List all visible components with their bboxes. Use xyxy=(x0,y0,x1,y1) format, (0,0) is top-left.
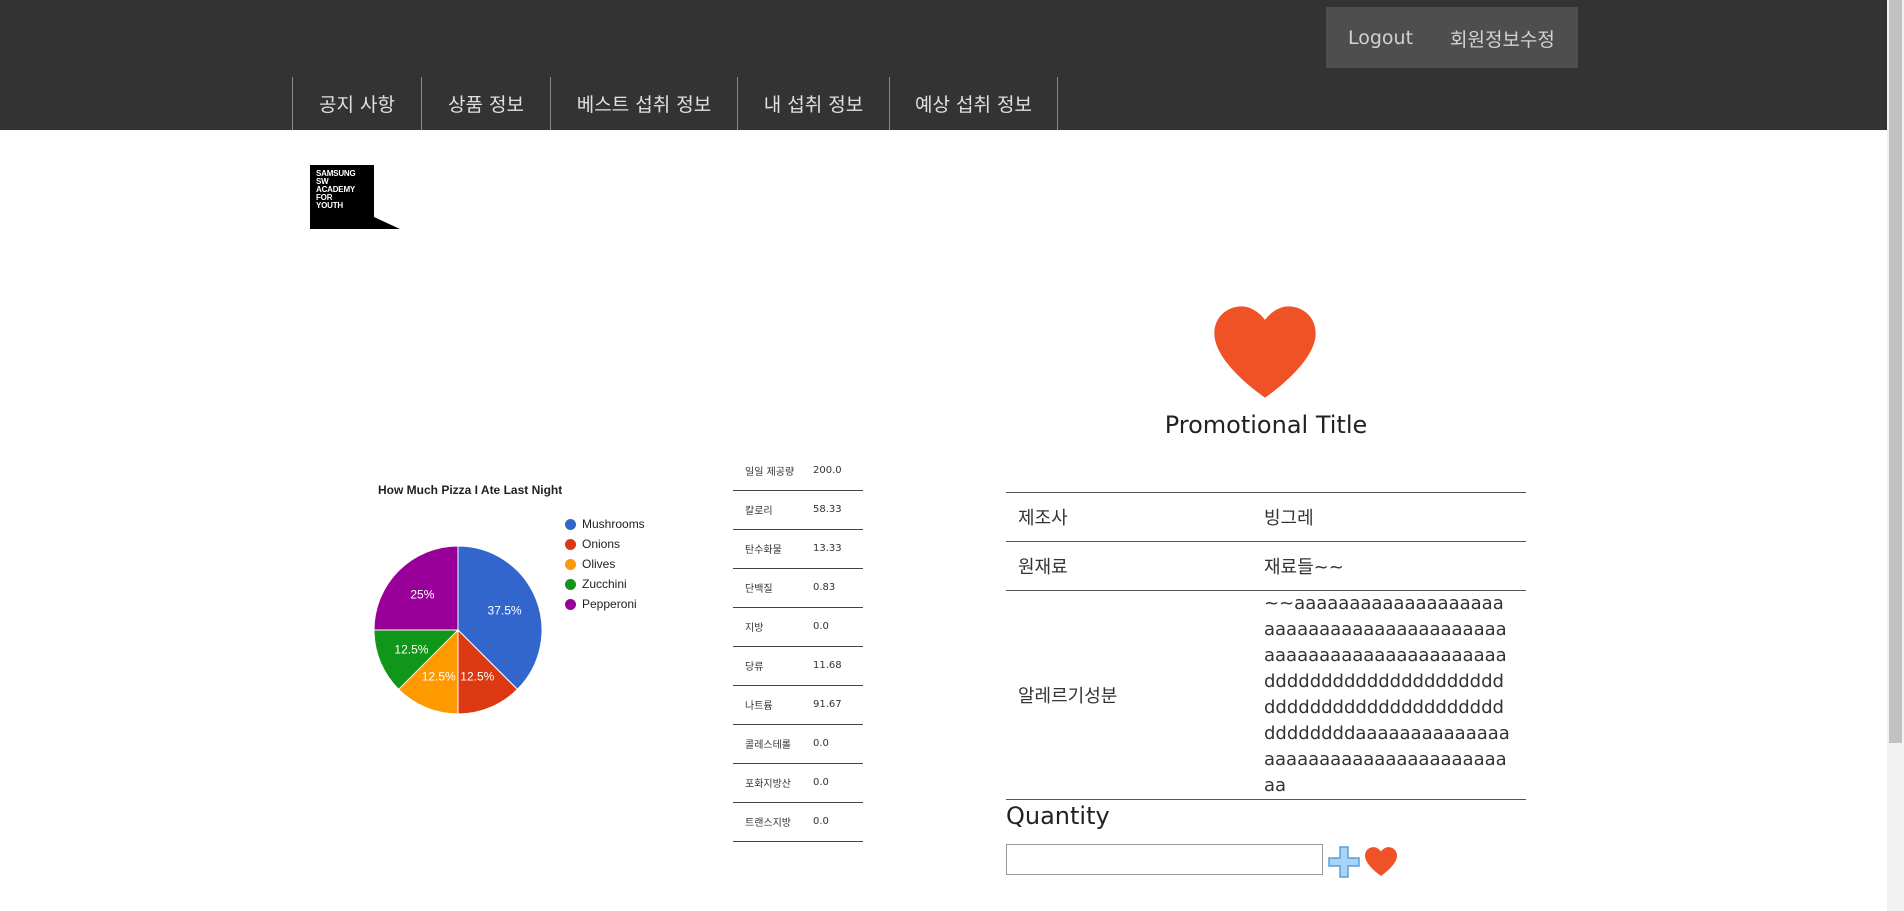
nutrition-row: 지방 0.0 xyxy=(733,607,863,647)
nutrition-value: 200.0 xyxy=(813,451,863,491)
legend-dot xyxy=(565,538,576,550)
nutrition-value: 13.33 xyxy=(813,529,863,569)
top-header: Logout 회원정보수정 공지 사항 상품 정보 베스트 섭취 정보 내 섭취… xyxy=(0,0,1887,130)
nutrition-label: 트랜스지방 xyxy=(733,802,813,842)
nutrition-value: 91.67 xyxy=(813,685,863,725)
info-key-ingredients: 원재료 xyxy=(1006,541,1264,591)
nutrition-value: 58.33 xyxy=(813,490,863,530)
nutrition-row: 당류 11.68 xyxy=(733,646,863,686)
nutrition-row: 포화지방산 0.0 xyxy=(733,763,863,803)
page-scrollbar[interactable] xyxy=(1887,0,1904,911)
nutrition-value: 11.68 xyxy=(813,646,863,686)
legend-dot xyxy=(565,578,576,590)
nutrition-label: 탄수화물 xyxy=(733,529,813,569)
legend-dot xyxy=(565,518,576,530)
product-info-table: 제조사 빙그레 원재료 재료들~~ 알레르기성분 ~~aaaaaaaaaaaaa… xyxy=(1006,492,1526,800)
quantity-label: Quantity xyxy=(1006,802,1110,830)
info-row-ingredients: 원재료 재료들~~ xyxy=(1006,541,1526,591)
nav-item-my-intake[interactable]: 내 섭취 정보 xyxy=(738,77,890,130)
nutrition-label: 콜레스테롤 xyxy=(733,724,813,764)
nutrition-row: 칼로리 58.33 xyxy=(733,490,863,530)
nutrition-label: 당류 xyxy=(733,646,813,686)
legend-label: Mushrooms xyxy=(582,517,645,531)
info-value-ingredients: 재료들~~ xyxy=(1264,541,1526,591)
promotional-title: Promotional Title xyxy=(1164,411,1368,439)
nutrition-value: 0.0 xyxy=(813,607,863,647)
nav-item-notice[interactable]: 공지 사항 xyxy=(293,77,422,130)
legend-item-mushrooms[interactable]: Mushrooms xyxy=(565,514,645,534)
nav-item-expected-intake[interactable]: 예상 섭취 정보 xyxy=(890,77,1058,130)
nutrition-row: 콜레스테롤 0.0 xyxy=(733,724,863,764)
legend-item-onions[interactable]: Onions xyxy=(565,534,645,554)
heart-icon[interactable] xyxy=(1363,846,1399,877)
nutrition-label: 일일 제공량 xyxy=(733,451,813,491)
legend-label: Zucchini xyxy=(582,577,627,591)
nutrition-label: 나트륨 xyxy=(733,685,813,725)
info-value-manufacturer: 빙그레 xyxy=(1264,492,1526,542)
heart-icon xyxy=(1214,306,1316,398)
account-menu: Logout 회원정보수정 xyxy=(1326,7,1578,68)
nutrition-row: 나트륨 91.67 xyxy=(733,685,863,725)
legend-dot xyxy=(565,598,576,610)
main-nav: 공지 사항 상품 정보 베스트 섭취 정보 내 섭취 정보 예상 섭취 정보 xyxy=(292,77,1058,130)
edit-profile-button[interactable]: 회원정보수정 xyxy=(1450,25,1555,52)
nutrition-value: 0.83 xyxy=(813,568,863,608)
legend-label: Onions xyxy=(582,537,621,551)
nav-item-best-intake[interactable]: 베스트 섭취 정보 xyxy=(551,77,738,130)
legend-item-olives[interactable]: Olives xyxy=(565,554,645,574)
pie-slice-label: 37.5% xyxy=(488,604,522,618)
legend-item-zucchini[interactable]: Zucchini xyxy=(565,574,645,594)
legend-item-pepperoni[interactable]: Pepperoni xyxy=(565,594,645,614)
pie-slice-label: 12.5% xyxy=(422,670,456,684)
quantity-input[interactable] xyxy=(1006,844,1323,875)
samsung-sw-academy-logo[interactable]: SAMSUNG SW ACADEMY FOR YOUTH xyxy=(310,165,400,229)
nutrition-row: 트랜스지방 0.0 xyxy=(733,802,863,842)
plus-icon[interactable] xyxy=(1327,845,1361,879)
nutrition-row: 탄수화물 13.33 xyxy=(733,529,863,569)
nutrition-label: 지방 xyxy=(733,607,813,647)
pizza-pie-chart: 37.5% 12.5% 12.5% 12.5% 25% How Much Pizza I… xyxy=(370,470,700,730)
nutrition-label: 칼로리 xyxy=(733,490,813,530)
logo-text: SAMSUNG SW ACADEMY FOR YOUTH xyxy=(316,169,356,210)
chart-legend: Mushrooms Onions Olives Zucchini Pepperoni xyxy=(565,514,645,614)
nutrition-value: 0.0 xyxy=(813,763,863,803)
info-key-allergens: 알레르기성분 xyxy=(1006,590,1264,800)
pie-slice-label: 12.5% xyxy=(394,642,428,656)
logout-button[interactable]: Logout xyxy=(1348,27,1413,49)
info-value-allergens: ~~aaaaaaaaaaaaaaaaaaaaaaaaaaaaaaaaaaaaaa… xyxy=(1264,590,1526,800)
nutrition-row: 단백질 0.83 xyxy=(733,568,863,608)
legend-label: Pepperoni xyxy=(582,597,637,611)
chart-title: How Much Pizza I Ate Last Night xyxy=(378,483,563,497)
legend-dot xyxy=(565,558,576,570)
nutrition-value: 0.0 xyxy=(813,724,863,764)
pie-slice-label: 25% xyxy=(410,587,434,601)
scrollbar-thumb[interactable] xyxy=(1889,0,1902,743)
info-row-allergens: 알레르기성분 ~~aaaaaaaaaaaaaaaaaaaaaaaaaaaaaaa… xyxy=(1006,590,1526,800)
nutrition-table: 일일 제공량 200.0 칼로리 58.33 탄수화물 13.33 단백질 0.83 지방 0.0… xyxy=(733,451,863,842)
info-row-manufacturer: 제조사 빙그레 xyxy=(1006,492,1526,542)
nav-item-product-info[interactable]: 상품 정보 xyxy=(422,77,551,130)
nutrition-label: 포화지방산 xyxy=(733,763,813,803)
info-key-manufacturer: 제조사 xyxy=(1006,492,1264,542)
pie-chart-svg: 37.5% 12.5% 12.5% 12.5% 25% xyxy=(373,545,543,715)
nutrition-row: 일일 제공량 200.0 xyxy=(733,451,863,491)
nutrition-label: 단백질 xyxy=(733,568,813,608)
nutrition-value: 0.0 xyxy=(813,802,863,842)
legend-label: Olives xyxy=(582,557,616,571)
pie-slice-label: 12.5% xyxy=(460,670,494,684)
